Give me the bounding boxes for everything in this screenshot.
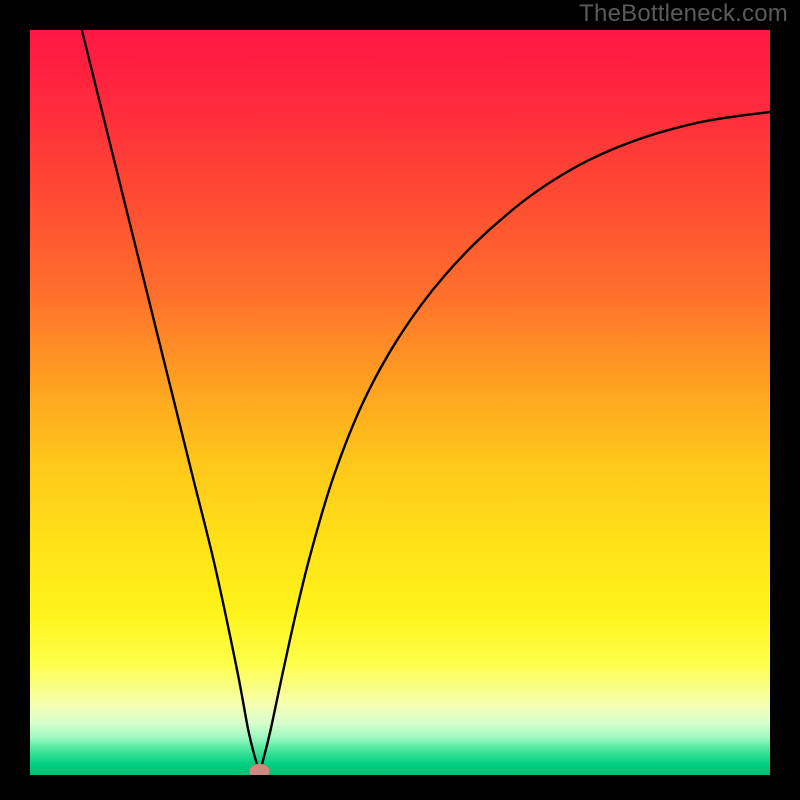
gradient-background: [30, 30, 770, 775]
chart-container: TheBottleneck.com: [0, 0, 800, 800]
bottleneck-chart: [30, 30, 770, 775]
plot-area: [30, 30, 770, 775]
watermark-text: TheBottleneck.com: [579, 0, 788, 28]
